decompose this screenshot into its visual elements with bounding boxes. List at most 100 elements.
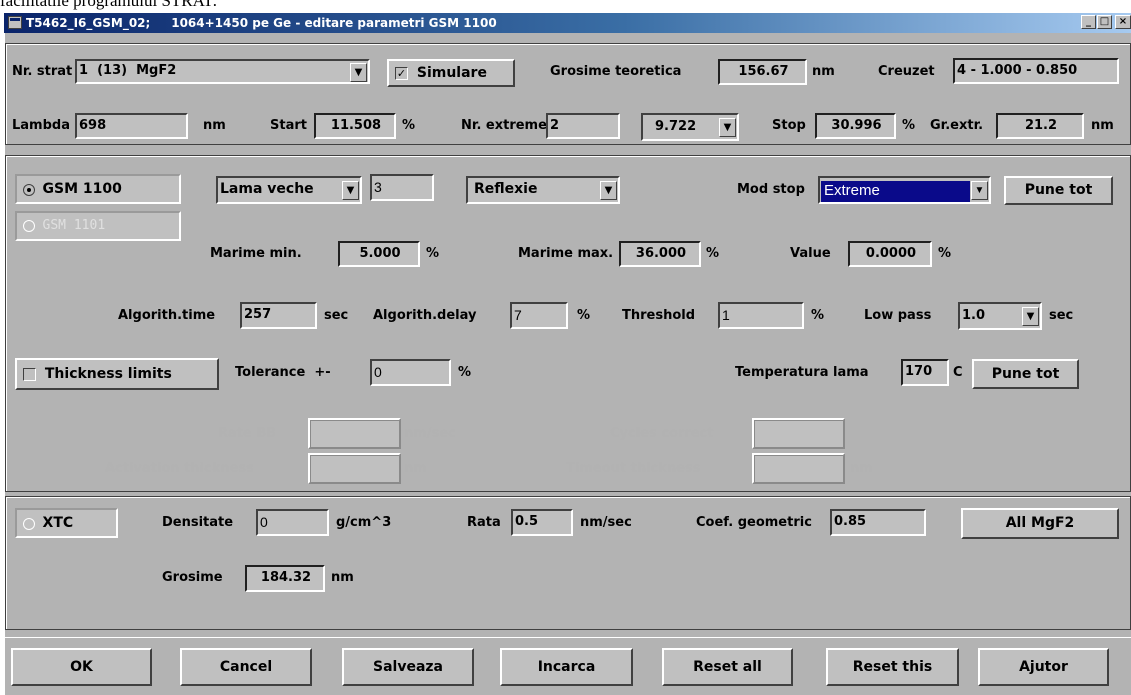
rata-field[interactable]: 0.5 [511,509,573,536]
grosime-unit: nm [812,64,835,79]
activation-thickness-unit: nm [404,461,427,476]
xtc-label: XTC [42,515,74,531]
mod-stop-label: Mod stop [737,182,805,197]
value-field[interactable]: 0.0000 [848,241,932,267]
close-icon[interactable]: × [1115,15,1131,29]
coef-geometric-field[interactable]: 0.85 [830,509,926,536]
densitate-field[interactable]: 0 [256,509,329,536]
minimize-icon[interactable]: _ [1081,15,1096,29]
densitate-unit: g/cm^3 [336,515,392,530]
stop-field[interactable]: 30.996 [815,113,896,139]
simulare-checkbox[interactable]: ✓ Simulare [387,59,515,87]
tolerance-label: Tolerance +- [235,365,331,380]
chevron-down-icon[interactable]: ▼ [719,118,736,137]
gsm1100-radio[interactable]: GSM 1100 [15,174,181,204]
temperatura-unit: C [953,365,963,380]
xtc-grosime-field[interactable]: 184.32 [245,565,325,592]
activation-thickness-label: Activation thickness [105,461,254,476]
temperatura-field[interactable]: 170 [901,359,949,386]
algo-time-field[interactable]: 257 [240,302,317,329]
checkbox-empty-icon [23,367,36,381]
grextr-field[interactable]: 21.2 [996,113,1084,139]
chevron-down-icon[interactable]: ▼ [971,181,988,200]
algo-delay-label: Algorith.delay [373,308,477,323]
lambda-unit: nm [203,118,226,133]
title-bar[interactable]: T5462_I6_GSM_02; 1064+1450 pe Ge - edita… [4,13,1131,33]
chevron-down-icon[interactable]: ▼ [600,181,617,200]
algo-delay-field[interactable]: 7 [510,302,568,329]
mod-stop-value: Extreme [821,181,970,202]
ajutor-button[interactable]: Ajutor [978,648,1109,686]
mod-stop-select[interactable]: Extreme ▼ [818,176,991,204]
extreme-combo-value: 9.722 [655,119,697,134]
marime-max-label: Marime max. [518,246,614,261]
app-icon [8,16,22,29]
marime-max-field[interactable]: 36.000 [619,241,701,267]
radio-empty-icon [23,517,35,530]
grosime-teoretica-label: Grosime teoretica [550,64,682,79]
maximize-icon[interactable]: □ [1097,15,1112,29]
nr-strat-select[interactable]: 1 (13) MgF2 ▼ [75,59,370,84]
rate-bb-field [308,418,401,449]
rate-bb-unit: nm/sec [404,426,456,441]
cycles-correct-label: Cycles correct [610,426,714,441]
stop-label: Stop [772,118,806,133]
lama-select[interactable]: Lama veche ▼ [216,176,362,204]
gsm1100-label: GSM 1100 [42,181,122,197]
lambda-field[interactable]: 698 [75,113,188,139]
xtc-grosime-unit: nm [331,570,354,585]
low-pass-select[interactable]: 1.0 ▼ [958,302,1042,330]
chevron-down-icon[interactable]: ▼ [342,181,359,200]
all-mgf2-button[interactable]: All MgF2 [961,508,1119,539]
checkmark-icon: ✓ [395,66,408,80]
timeout-thickness-unit: nm [850,461,873,476]
mode-select[interactable]: Reflexie ▼ [466,176,620,204]
salveaza-button[interactable]: Salveaza [342,648,474,686]
thickness-limits-label: Thickness limits [44,366,172,382]
tolerance-field[interactable]: 0 [370,359,451,386]
background-caption: facilitatile programului STRAT: [0,0,218,10]
nr-extreme-label: Nr. extreme [461,118,547,133]
incarca-button[interactable]: Incarca [500,648,633,686]
pune-tot-button-1[interactable]: Pune tot [1004,176,1113,205]
reset-this-button[interactable]: Reset this [826,648,959,686]
xtc-radio[interactable]: XTC [15,508,118,538]
radio-selected-icon [23,183,35,196]
rata-label: Rata [467,515,501,530]
nr-extreme-field[interactable]: 2 [546,113,620,139]
gsm1101-radio[interactable]: GSM 1101 [15,211,181,241]
temperatura-label: Temperatura lama [735,365,869,380]
chevron-down-icon[interactable]: ▼ [1022,307,1039,326]
grosime-teoretica-field[interactable]: 156.67 [718,59,807,85]
window-title: T5462_I6_GSM_02; 1064+1450 pe Ge - edita… [26,16,497,30]
nr-strat-value: 1 (13) MgF2 [79,63,177,78]
extreme-combo[interactable]: 9.722 ▼ [641,113,739,141]
threshold-field[interactable]: 1 [718,302,804,329]
cancel-button[interactable]: Cancel [180,648,312,686]
creuzet-field[interactable]: 4 - 1.000 - 0.850 [953,58,1119,84]
reset-all-button[interactable]: Reset all [662,648,793,686]
timeout-thickness-label: Timeout thickness [566,461,701,476]
start-unit: % [402,118,416,133]
low-pass-label: Low pass [864,308,932,323]
threshold-unit: % [811,308,825,323]
timeout-thickness-field [752,453,845,484]
lama-number-field[interactable]: 3 [370,174,434,201]
value-label: Value [790,246,831,261]
pune-tot-button-2[interactable]: Pune tot [972,359,1079,389]
algo-delay-unit: % [577,308,591,323]
threshold-label: Threshold [622,308,696,323]
ok-button[interactable]: OK [11,648,152,686]
marime-min-unit: % [426,246,440,261]
lama-value: Lama veche [220,181,314,197]
densitate-label: Densitate [162,515,234,530]
value-unit: % [938,246,952,261]
cycles-correct-field [752,418,845,449]
start-field[interactable]: 11.508 [314,113,396,139]
lambda-label: Lambda [12,118,70,133]
chevron-down-icon[interactable]: ▼ [350,63,367,82]
thickness-limits-checkbox[interactable]: Thickness limits [15,358,219,390]
marime-min-field[interactable]: 5.000 [338,241,420,267]
xtc-grosime-label: Grosime [162,570,223,585]
algo-time-label: Algorith.time [118,308,216,323]
